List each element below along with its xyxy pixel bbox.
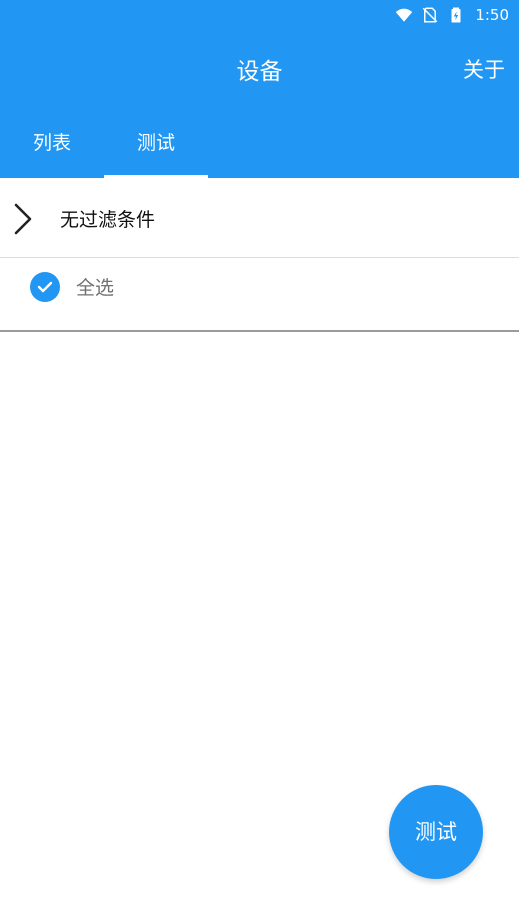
check-icon bbox=[37, 281, 53, 293]
tab-list-label: 列表 bbox=[32, 132, 71, 154]
filter-label: 无过滤条件 bbox=[60, 209, 156, 231]
clock-time: 1:50 bbox=[475, 6, 509, 24]
filter-toggle[interactable]: 无过滤条件 bbox=[0, 178, 519, 258]
about-button[interactable]: 关于 bbox=[463, 54, 505, 84]
test-fab-button[interactable]: 测试 bbox=[389, 785, 483, 879]
chevron-right-icon bbox=[14, 203, 32, 235]
no-sim-icon bbox=[423, 7, 438, 23]
app-screen: 1:50 设备 关于 列表 测试 无过滤条件 全选 测试 bbox=[0, 0, 519, 922]
wifi-icon bbox=[396, 8, 413, 22]
tab-list[interactable]: 列表 bbox=[0, 108, 104, 178]
tab-bar: 列表 测试 bbox=[0, 108, 519, 178]
app-bar: 设备 关于 bbox=[0, 30, 519, 108]
select-all-row: 全选 bbox=[0, 258, 519, 332]
tab-test[interactable]: 测试 bbox=[104, 108, 208, 178]
battery-charging-icon bbox=[451, 7, 461, 23]
select-all-label: 全选 bbox=[76, 277, 115, 299]
status-bar: 1:50 bbox=[0, 0, 519, 30]
page-title: 设备 bbox=[236, 59, 283, 85]
select-all-checkbox[interactable] bbox=[30, 272, 60, 302]
tab-test-label: 测试 bbox=[136, 132, 175, 154]
